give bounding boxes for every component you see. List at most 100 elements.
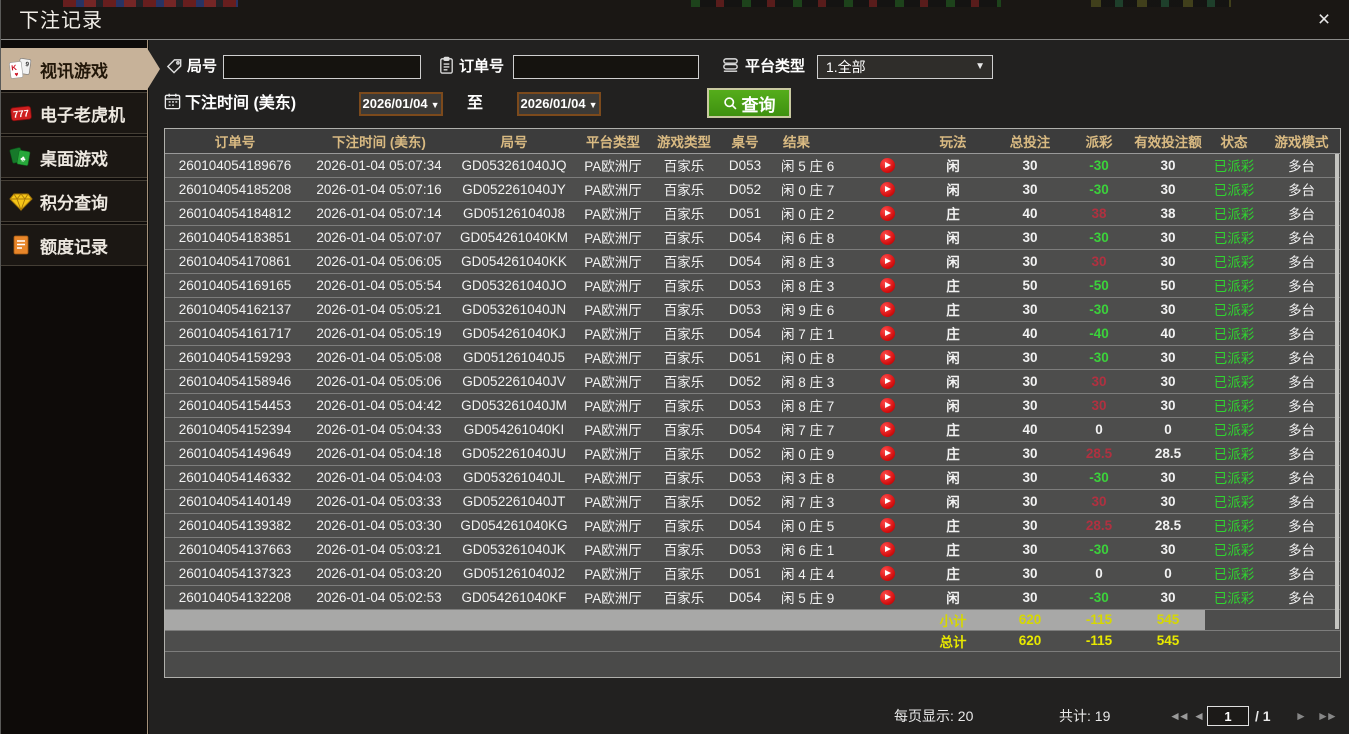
cell-table-no: D054: [717, 585, 773, 610]
sidebar-item-slots[interactable]: 777 电子老虎机: [1, 92, 147, 134]
cell-payout: -30: [1067, 345, 1131, 370]
chevron-down-icon: ▼: [430, 100, 440, 110]
play-video-icon[interactable]: [861, 273, 913, 298]
table-row[interactable]: 260104054149649 2026-01-04 05:04:18 GD0522…: [165, 441, 1340, 466]
play-video-icon[interactable]: [861, 393, 913, 418]
play-video-icon[interactable]: [861, 513, 913, 538]
cell-round-no: GD053261040JN: [453, 297, 575, 322]
play-video-icon[interactable]: [861, 201, 913, 226]
search-button-label: 查询: [741, 95, 776, 115]
sidebar-item-table-games[interactable]: ♣ 桌面游戏: [1, 136, 147, 178]
play-video-icon[interactable]: [861, 489, 913, 514]
cell-bet-time: 2026-01-04 05:06:05: [305, 249, 453, 274]
play-video-icon[interactable]: [861, 417, 913, 442]
sidebar-item-points[interactable]: 积分查询: [1, 180, 147, 222]
cell-payout: -30: [1067, 585, 1131, 610]
cell-status: 已派彩: [1205, 249, 1263, 274]
table-row[interactable]: 260104054169165 2026-01-04 05:05:54 GD0532…: [165, 273, 1340, 298]
table-row[interactable]: 260104054132208 2026-01-04 05:02:53 GD0542…: [165, 585, 1340, 610]
table-row[interactable]: 260104054170861 2026-01-04 05:06:05 GD0542…: [165, 249, 1340, 274]
cell-total-bet: 30: [993, 153, 1067, 178]
round-no-input[interactable]: [223, 55, 421, 79]
platform-type-value: 1.全部: [826, 59, 866, 75]
cell-play: 庄: [913, 297, 993, 322]
chevron-down-icon: ▼: [975, 61, 985, 72]
table-row[interactable]: 260104054139382 2026-01-04 05:03:30 GD0542…: [165, 513, 1340, 538]
empty-row: [165, 650, 1340, 677]
platform-type-select[interactable]: 1.全部 ▼: [817, 55, 993, 79]
table-row[interactable]: 260104054161717 2026-01-04 05:05:19 GD0542…: [165, 321, 1340, 346]
cell-game-type: 百家乐: [651, 465, 717, 490]
cell-bet-time: 2026-01-04 05:07:16: [305, 177, 453, 202]
cell-bet-time: 2026-01-04 05:07:14: [305, 201, 453, 226]
table-scrollbar[interactable]: [1335, 154, 1339, 629]
cell-total-bet: 30: [993, 513, 1067, 538]
play-video-icon[interactable]: [861, 297, 913, 322]
cell-status: 已派彩: [1205, 417, 1263, 442]
next-page-icon[interactable]: ►: [1295, 704, 1307, 728]
play-video-icon[interactable]: [861, 177, 913, 202]
table-row[interactable]: 260104054159293 2026-01-04 05:05:08 GD0512…: [165, 345, 1340, 370]
cell-bet-time: 2026-01-04 05:03:33: [305, 489, 453, 514]
page-number-input[interactable]: [1207, 706, 1249, 726]
cell-platform: PA欧洲厅: [575, 369, 651, 394]
table-row[interactable]: 260104054140149 2026-01-04 05:03:33 GD0522…: [165, 489, 1340, 514]
table-row[interactable]: 260104054152394 2026-01-04 05:04:33 GD0542…: [165, 417, 1340, 442]
cell-payout: -30: [1067, 297, 1131, 322]
first-page-icon[interactable]: ◄◄: [1169, 704, 1190, 728]
table-row[interactable]: 260104054189676 2026-01-04 05:07:34 GD0532…: [165, 153, 1340, 178]
cell-valid-bet: 0: [1131, 561, 1205, 586]
table-row[interactable]: 260104054137663 2026-01-04 05:03:21 GD0532…: [165, 537, 1340, 562]
cell-mode: 多台: [1263, 225, 1340, 250]
prev-page-icon[interactable]: ◄: [1193, 704, 1205, 728]
play-video-icon[interactable]: [861, 537, 913, 562]
table-row[interactable]: 260104054185208 2026-01-04 05:07:16 GD0522…: [165, 177, 1340, 202]
cell-round-no: GD053261040JO: [453, 273, 575, 298]
cell-order-no: 260104054154453: [165, 393, 305, 418]
cell-table-no: D051: [717, 345, 773, 370]
close-icon[interactable]: ×: [1312, 8, 1336, 32]
date-from-select[interactable]: 2026/01/04 ▼: [359, 92, 443, 116]
order-no-input[interactable]: [513, 55, 699, 79]
table-row[interactable]: 260104054184812 2026-01-04 05:07:14 GD0512…: [165, 201, 1340, 226]
play-video-icon[interactable]: [861, 585, 913, 610]
table-row[interactable]: 260104054162137 2026-01-04 05:05:21 GD0532…: [165, 297, 1340, 322]
table-row[interactable]: 260104054158946 2026-01-04 05:05:06 GD0522…: [165, 369, 1340, 394]
pagination-bar: 每页显示: 20 共计: 19 ◄◄ ◄ / 1 ► ►►: [149, 704, 1349, 728]
play-video-icon[interactable]: [861, 465, 913, 490]
cell-bet-time: 2026-01-04 05:07:34: [305, 153, 453, 178]
table-row[interactable]: 260104054154453 2026-01-04 05:04:42 GD0532…: [165, 393, 1340, 418]
cell-platform: PA欧洲厅: [575, 177, 651, 202]
sidebar-item-live-games[interactable]: 9 K ♥ 视讯游戏: [1, 48, 160, 90]
header-play: 玩法: [913, 129, 993, 154]
date-to-select[interactable]: 2026/01/04 ▼: [517, 92, 601, 116]
table-row[interactable]: 260104054137323 2026-01-04 05:03:20 GD0512…: [165, 561, 1340, 586]
cell-play: 闲: [913, 225, 993, 250]
table-row[interactable]: 260104054183851 2026-01-04 05:07:07 GD0542…: [165, 225, 1340, 250]
background-page-fragment: [1091, 0, 1231, 7]
search-button[interactable]: 查询: [707, 88, 791, 118]
cell-order-no: 260104054189676: [165, 153, 305, 178]
cell-table-no: D053: [717, 537, 773, 562]
cell-round-no: GD051261040J2: [453, 561, 575, 586]
cell-platform: PA欧洲厅: [575, 273, 651, 298]
per-page-label: 每页显示: 20: [894, 708, 974, 724]
play-video-icon[interactable]: [861, 249, 913, 274]
play-video-icon[interactable]: [861, 153, 913, 178]
cell-valid-bet: 30: [1131, 393, 1205, 418]
cell-valid-bet: 28.5: [1131, 441, 1205, 466]
play-video-icon[interactable]: [861, 369, 913, 394]
last-page-icon[interactable]: ►►: [1317, 704, 1338, 728]
play-video-icon[interactable]: [861, 561, 913, 586]
table-row[interactable]: 260104054146332 2026-01-04 05:04:03 GD0532…: [165, 465, 1340, 490]
play-video-icon[interactable]: [861, 441, 913, 466]
total-total-bet: 620: [993, 629, 1067, 651]
sidebar-item-credit-records[interactable]: 额度记录: [1, 224, 147, 266]
play-video-icon[interactable]: [861, 321, 913, 346]
cell-order-no: 260104054183851: [165, 225, 305, 250]
cell-mode: 多台: [1263, 489, 1340, 514]
play-video-icon[interactable]: [861, 345, 913, 370]
play-video-icon[interactable]: [861, 225, 913, 250]
cell-valid-bet: 0: [1131, 417, 1205, 442]
cell-table-no: D054: [717, 513, 773, 538]
